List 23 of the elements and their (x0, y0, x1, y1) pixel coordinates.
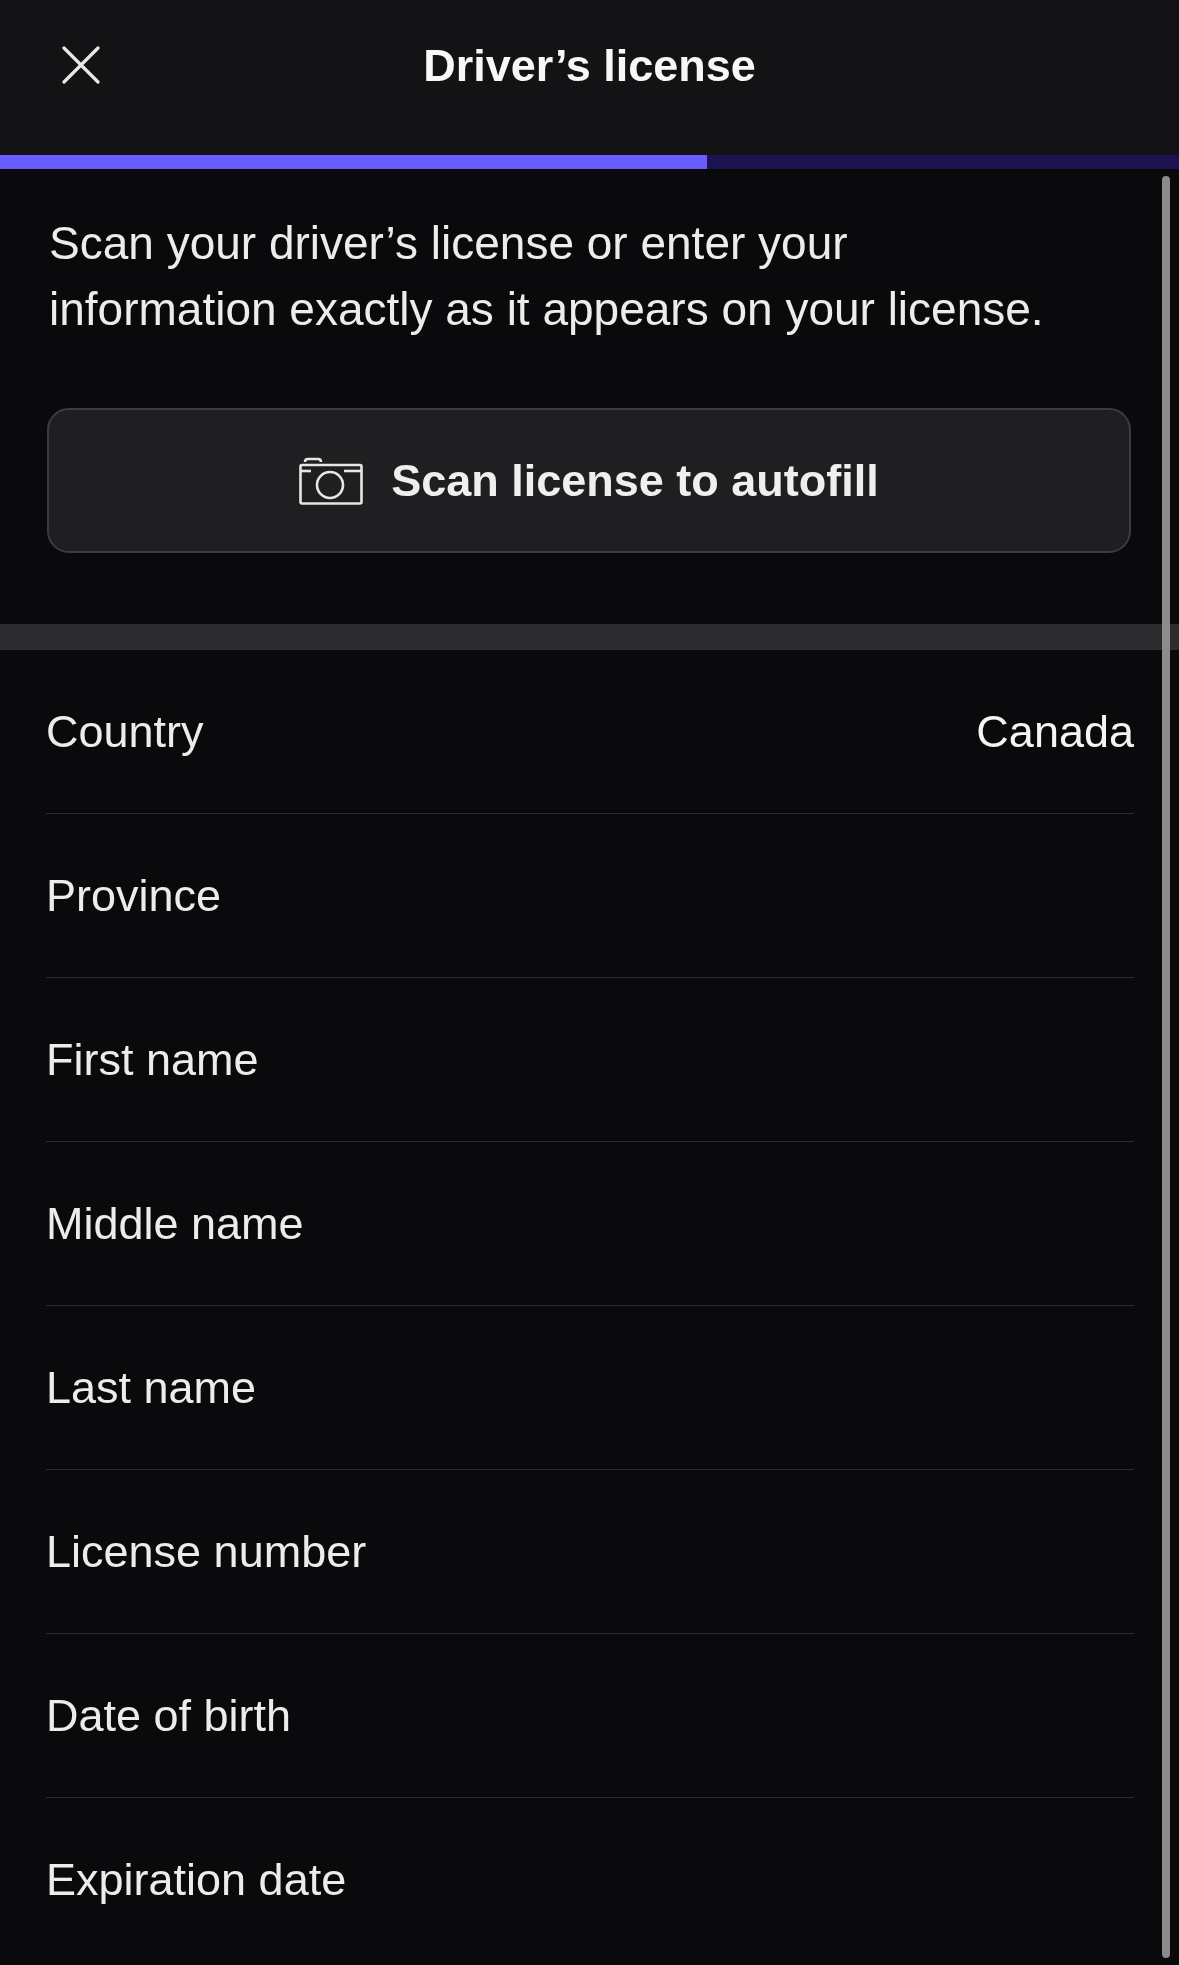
intro-text: Scan your driver’s license or enter your information exactly as it appears on your license. (49, 216, 1045, 337)
form-field[interactable]: License number (46, 1470, 1134, 1634)
form-field[interactable]: Date of birth (46, 1634, 1134, 1798)
form-field[interactable]: First name (46, 978, 1134, 1142)
field-label: Country (46, 705, 204, 758)
field-label: License number (46, 1525, 367, 1578)
form-field[interactable]: Country Canada (46, 650, 1134, 814)
field-value: Canada (976, 705, 1134, 758)
field-label: Expiration date (46, 1853, 347, 1906)
field-label: Last name (46, 1361, 257, 1414)
camera-icon (299, 456, 364, 505)
field-label: Date of birth (46, 1689, 292, 1742)
close-icon (62, 46, 100, 84)
field-label: Province (46, 869, 222, 922)
close-button[interactable] (62, 46, 100, 84)
scan-license-button[interactable]: Scan license to autofill (47, 408, 1131, 553)
form-field[interactable]: Last name (46, 1306, 1134, 1470)
screen-title: Driver’s license (423, 40, 756, 92)
field-label: Middle name (46, 1197, 304, 1250)
form-field[interactable]: Middle name (46, 1142, 1134, 1306)
form-field[interactable]: Expiration date (46, 1798, 1134, 1961)
form-field[interactable]: Province (46, 814, 1134, 978)
field-label: First name (46, 1033, 259, 1086)
